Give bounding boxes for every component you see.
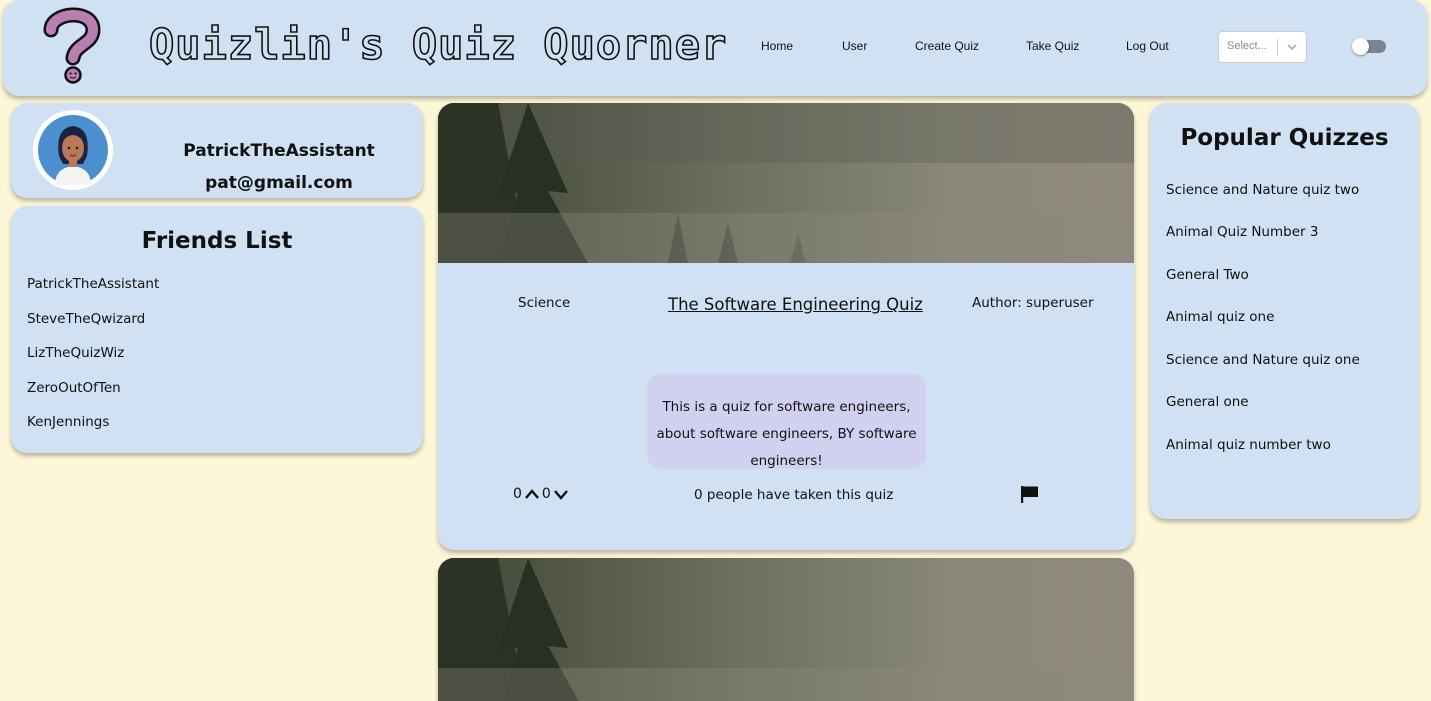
quiz-card (438, 558, 1134, 701)
popular-quizzes-title: Popular Quizzes (1180, 125, 1389, 151)
quiz-author: Author: superuser (972, 295, 1094, 311)
popular-quiz-link[interactable]: General one (1166, 394, 1249, 410)
friend-item[interactable]: SteveTheQwizard (27, 311, 145, 327)
nav-create-quiz[interactable]: Create Quiz (915, 39, 979, 53)
friend-item[interactable]: LizTheQuizWiz (27, 345, 124, 361)
nav-log-out[interactable]: Log Out (1126, 39, 1169, 53)
profile-email: pat@gmail.com (205, 173, 353, 193)
popular-quiz-link[interactable]: Science and Nature quiz one (1166, 352, 1360, 368)
friend-item[interactable]: PatrickTheAssistant (27, 276, 159, 292)
friend-item[interactable]: KenJennings (27, 414, 109, 430)
select-separator (1277, 39, 1278, 56)
quiz-card: Science The Software Engineering Quiz Au… (438, 103, 1134, 550)
nav-take-quiz[interactable]: Take Quiz (1026, 39, 1079, 53)
chevron-down-icon (1287, 44, 1297, 51)
popular-quiz-link[interactable]: Animal quiz number two (1166, 437, 1331, 453)
user-avatar-icon (33, 110, 113, 190)
category-select[interactable]: Select... (1218, 31, 1307, 63)
quiz-title-link[interactable]: The Software Engineering Quiz (668, 295, 923, 314)
friend-item[interactable]: ZeroOutOfTen (27, 380, 121, 396)
quiz-banner-image (438, 103, 1134, 263)
vote-controls: 0 0 (513, 486, 569, 502)
popular-quiz-link[interactable]: Animal Quiz Number 3 (1166, 224, 1318, 240)
site-title: Quizlin's Quiz Quorner (148, 19, 728, 70)
quiz-category: Science (518, 295, 571, 311)
popular-quiz-link[interactable]: General Two (1166, 267, 1249, 283)
downvote-icon[interactable] (553, 487, 569, 501)
profile-card: PatrickTheAssistant pat@gmail.com (11, 103, 423, 198)
profile-username: PatrickTheAssistant (183, 141, 375, 161)
popular-quizzes-card: Popular Quizzes Science and Nature quiz … (1150, 103, 1419, 519)
nav-home[interactable]: Home (761, 39, 793, 53)
downvote-count: 0 (541, 486, 551, 502)
friends-list-card: Friends List PatrickTheAssistant SteveTh… (11, 206, 423, 453)
upvote-icon[interactable] (524, 487, 540, 501)
upvote-count: 0 (513, 486, 522, 502)
site-header: Quizlin's Quiz Quorner Home User Create … (3, 0, 1427, 96)
quiz-taken-count: 0 people have taken this quiz (694, 487, 894, 503)
flag-icon[interactable] (1020, 485, 1040, 503)
quiz-description: This is a quiz for software engineers, a… (647, 374, 926, 469)
nav-user[interactable]: User (842, 39, 867, 53)
friends-list-title: Friends List (141, 228, 293, 254)
question-mark-logo-icon (43, 7, 101, 84)
popular-quiz-link[interactable]: Science and Nature quiz two (1166, 182, 1359, 198)
toggle-knob (1352, 38, 1369, 55)
select-placeholder: Select... (1227, 40, 1267, 52)
theme-toggle[interactable] (1352, 38, 1386, 55)
quiz-banner-image (438, 558, 1134, 701)
popular-quiz-link[interactable]: Animal quiz one (1166, 309, 1274, 325)
